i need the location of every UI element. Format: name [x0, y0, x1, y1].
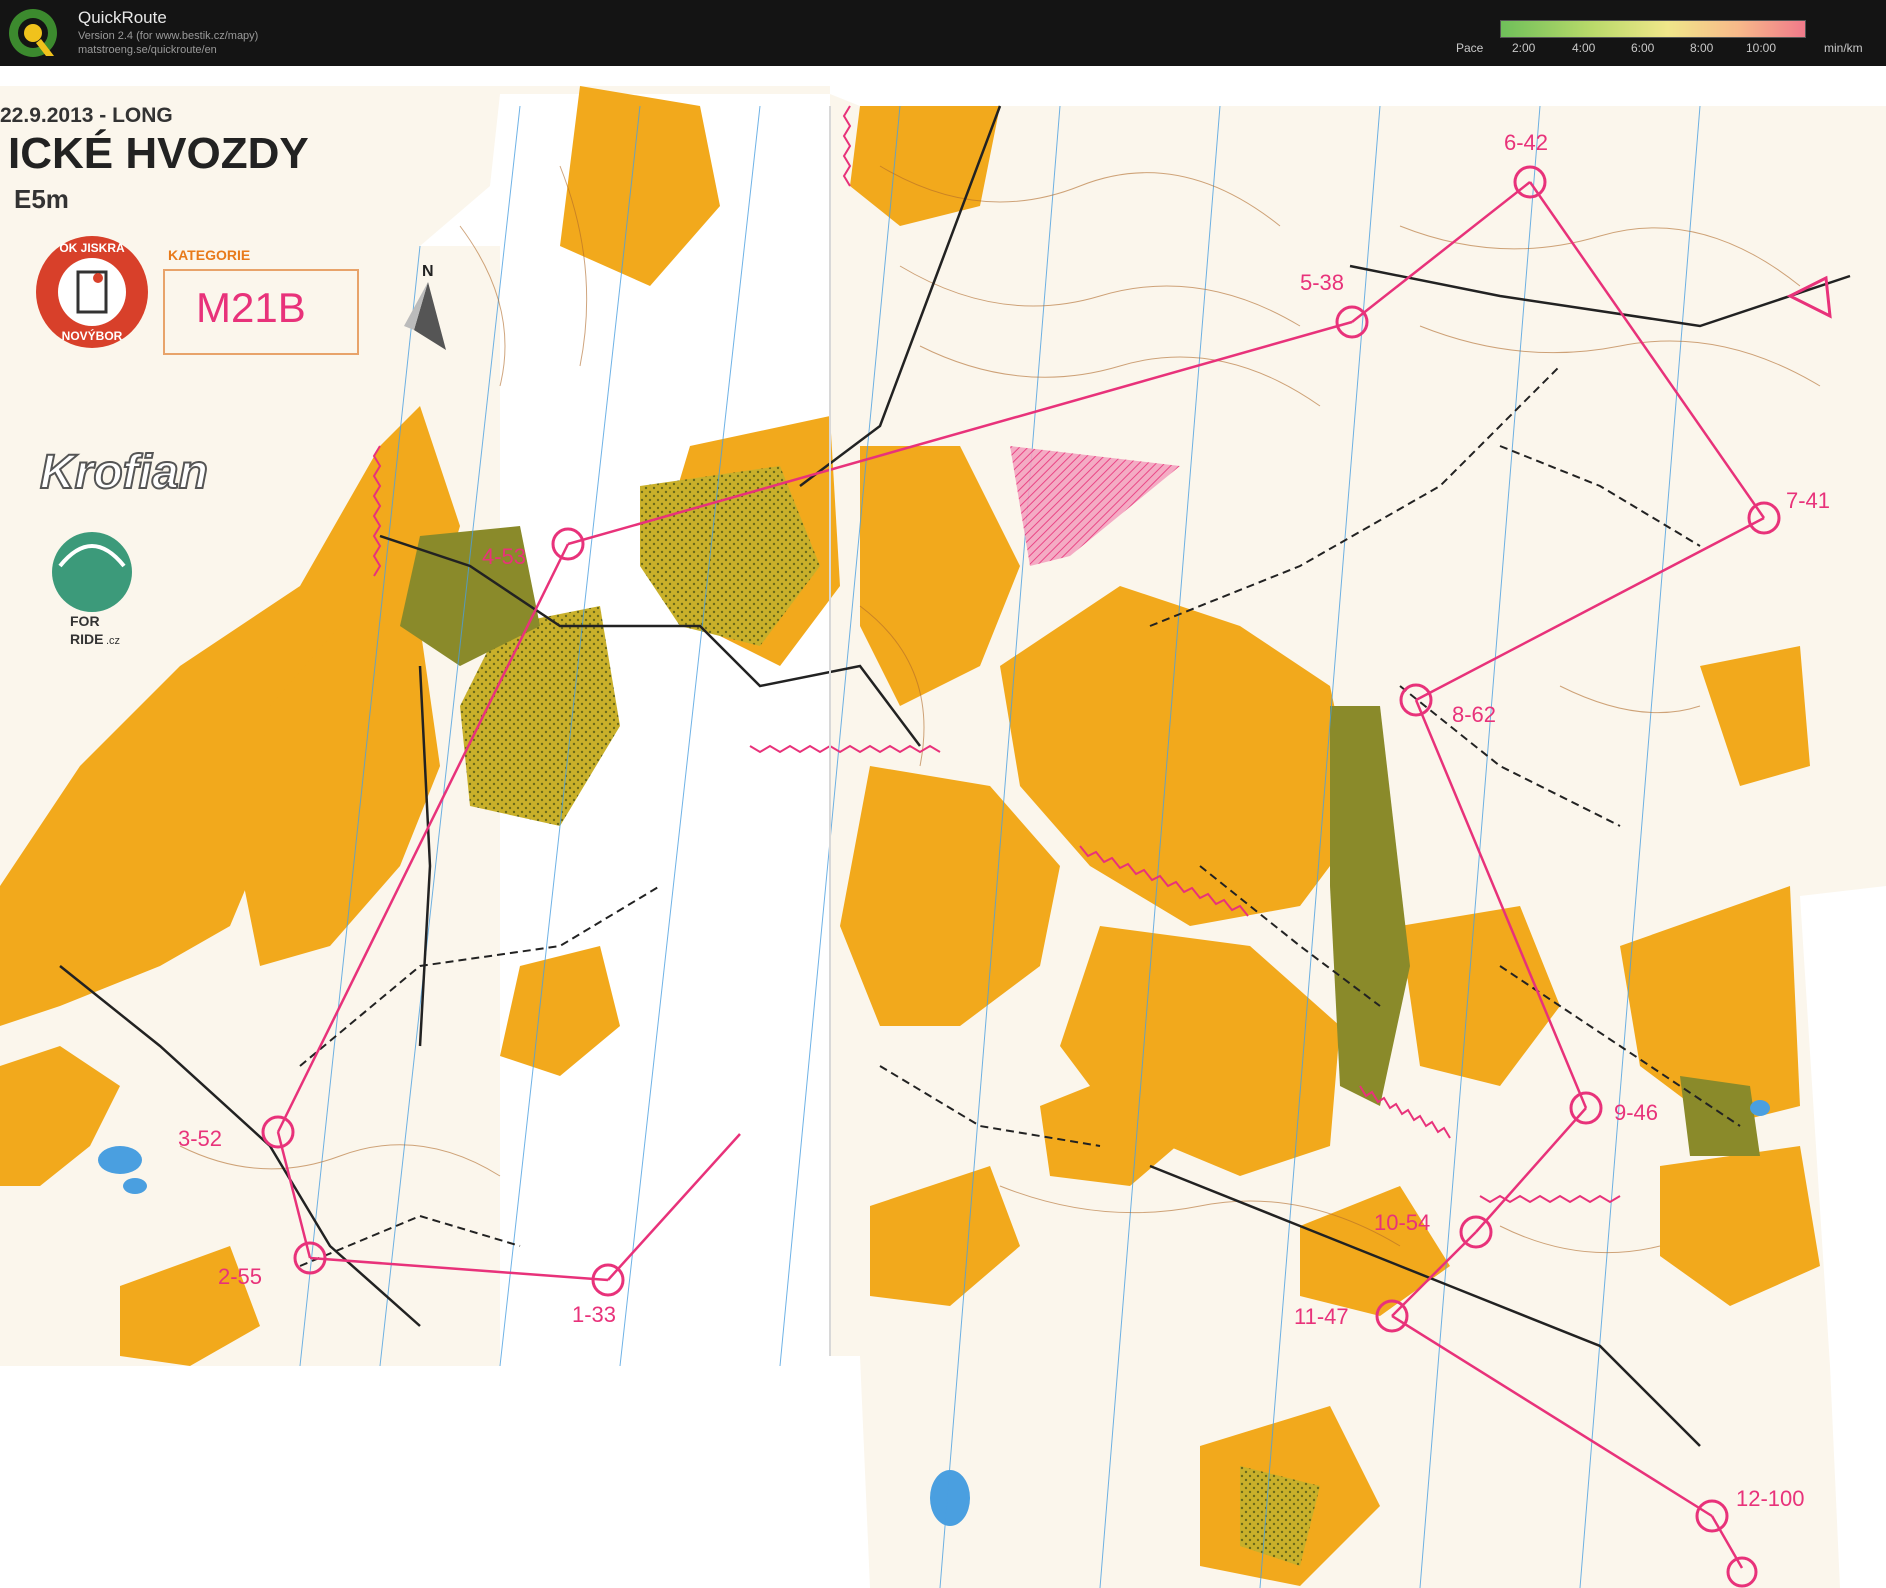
control-label-2: 2-55	[218, 1264, 262, 1289]
pace-tick: 8:00	[1690, 41, 1714, 55]
control-label-4: 4-53	[482, 544, 526, 569]
event-date: 22.9.2013 - LONG	[0, 104, 173, 127]
control-label-3: 3-52	[178, 1126, 222, 1151]
control-label-9: 9-46	[1614, 1100, 1658, 1125]
control-label-7: 7-41	[1786, 488, 1830, 513]
app-version: Version 2.4 (for www.bestik.cz/mapy)	[78, 30, 259, 42]
club-logo-icon: OK JISKRA NOVÝBOR	[36, 236, 148, 348]
map-scale: E5m	[14, 184, 69, 214]
north-label: N	[422, 263, 434, 280]
pace-tick: 2:00	[1512, 41, 1536, 55]
control-label-6: 6-42	[1504, 130, 1548, 155]
sponsor-logo: Krofian	[40, 446, 208, 499]
club-name-top: OK JISKRA	[59, 241, 125, 255]
map-title: ICKÉ HVOZDY	[8, 128, 309, 178]
pace-tick: 6:00	[1631, 41, 1655, 55]
app-title: QuickRoute	[78, 8, 167, 27]
category-value: M21B	[196, 284, 306, 331]
forride-top: FOR	[70, 613, 100, 629]
control-label-11: 11-47	[1294, 1304, 1349, 1329]
pace-label: Pace	[1456, 41, 1484, 55]
pace-gradient	[1500, 20, 1806, 38]
pace-unit: min/km	[1824, 41, 1863, 55]
forride-tld: .cz	[106, 635, 120, 647]
club-name-bottom: NOVÝBOR	[62, 328, 123, 343]
quickroute-logo-icon	[9, 9, 57, 57]
app-titlebar: QuickRoute Version 2.4 (for www.bestik.c…	[0, 0, 1886, 66]
pace-tick: 4:00	[1572, 41, 1596, 55]
control-label-8: 8-62	[1452, 702, 1496, 727]
app-url[interactable]: matstroeng.se/quickroute/en	[78, 44, 217, 56]
control-label-12: 12-100	[1736, 1486, 1805, 1511]
orienteering-map[interactable]: 1-33 2-55 3-52 4-53 5-38 6-42 7-41 8-62 …	[0, 66, 1886, 1588]
control-label-5: 5-38	[1300, 270, 1344, 295]
control-label-1: 1-33	[572, 1302, 616, 1327]
category-heading: KATEGORIE	[168, 247, 250, 263]
pace-tick: 10:00	[1746, 41, 1777, 55]
control-label-10: 10-54	[1374, 1210, 1430, 1235]
forride-mid: RIDE	[70, 631, 103, 647]
